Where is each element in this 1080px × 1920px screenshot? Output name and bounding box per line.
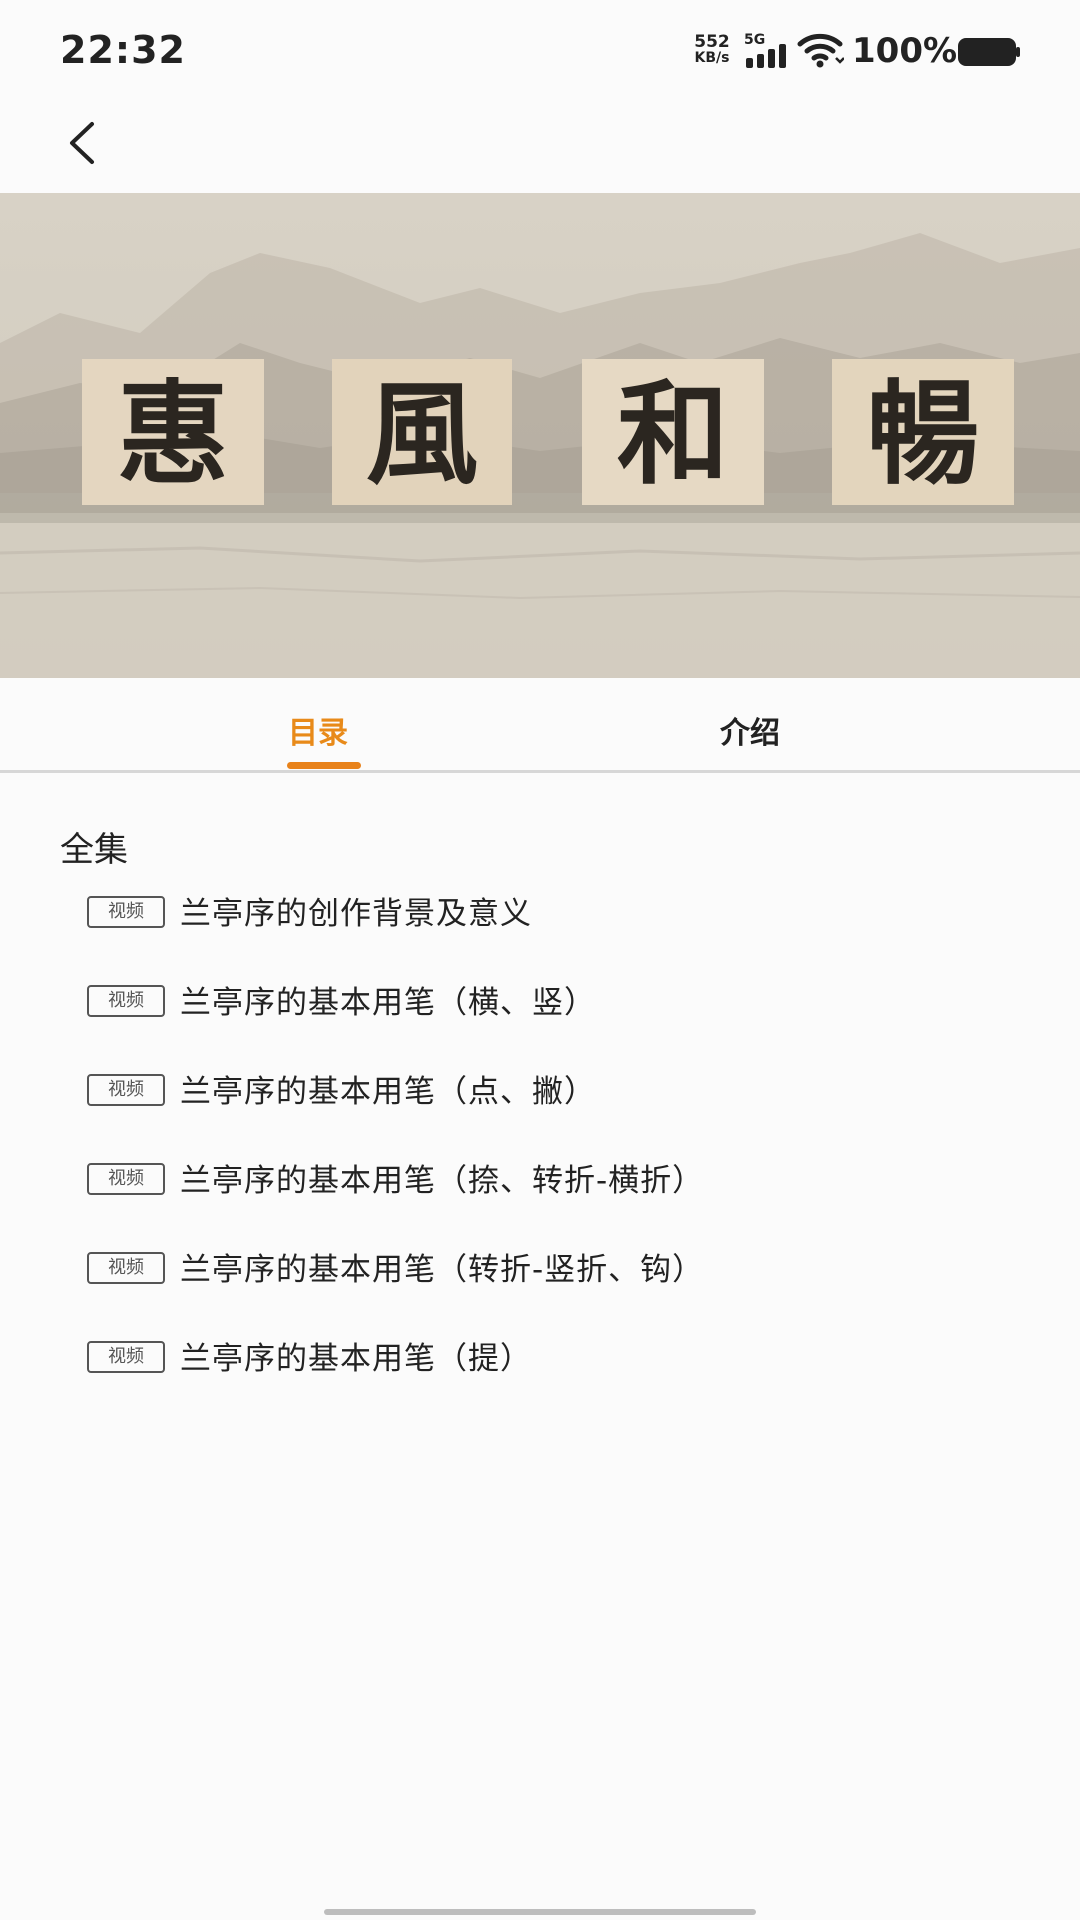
calligraphy-tile-3: 和: [582, 359, 764, 505]
wifi-icon: [797, 33, 844, 68]
video-badge: 视频: [87, 1074, 165, 1106]
tab-intro[interactable]: 介绍: [720, 708, 780, 752]
video-badge: 视频: [87, 1252, 165, 1284]
course-banner: 惠 風 和 暢: [0, 193, 1080, 678]
list-item[interactable]: 视频 兰亭序的基本用笔（点、撇）: [0, 1050, 1080, 1139]
calligraphy-tile-2: 風: [332, 359, 512, 505]
svg-text:暢: 暢: [867, 369, 979, 500]
list-item[interactable]: 视频 兰亭序的基本用笔（转折-竖折、钩）: [0, 1228, 1080, 1317]
episode-title: 兰亭序的基本用笔（捺、转折-横折）: [180, 1163, 705, 1199]
video-badge: 视频: [87, 1341, 165, 1373]
list-item[interactable]: 视频 兰亭序的基本用笔（提）: [0, 1317, 1080, 1406]
status-time: 22:32: [60, 28, 186, 72]
calligraphy-tile-4: 暢: [832, 359, 1014, 505]
tab-bar: 目录 介绍: [0, 678, 1080, 773]
section-title: 全集: [60, 830, 128, 870]
tab-catalog[interactable]: 目录: [288, 708, 348, 752]
svg-text:惠: 惠: [117, 369, 229, 500]
video-badge: 视频: [87, 896, 165, 928]
video-badge: 视频: [87, 1163, 165, 1195]
list-item[interactable]: 视频 兰亭序的基本用笔（捺、转折-横折）: [0, 1139, 1080, 1228]
battery-icon: [958, 38, 1020, 66]
status-bar: 22:32 552 KB/s 5G 100%: [0, 0, 1080, 100]
episode-title: 兰亭序的基本用笔（点、撇）: [180, 1074, 596, 1110]
chevron-left-icon: [70, 122, 94, 164]
svg-text:和: 和: [617, 369, 729, 500]
home-indicator[interactable]: [324, 1909, 756, 1915]
network-speed: 552 KB/s: [686, 32, 738, 67]
back-button[interactable]: [58, 112, 110, 172]
battery-percent: 100%: [852, 31, 958, 71]
banner-image: 惠 風 和 暢: [0, 193, 1080, 678]
video-badge: 视频: [87, 985, 165, 1017]
episode-list: 视频 兰亭序的创作背景及意义 视频 兰亭序的基本用笔（横、竖） 视频 兰亭序的基…: [0, 872, 1080, 1406]
list-item[interactable]: 视频 兰亭序的创作背景及意义: [0, 872, 1080, 961]
episode-title: 兰亭序的基本用笔（转折-竖折、钩）: [180, 1252, 705, 1288]
list-item[interactable]: 视频 兰亭序的基本用笔（横、竖）: [0, 961, 1080, 1050]
calligraphy-tile-1: 惠: [82, 359, 264, 505]
active-tab-indicator: [287, 762, 361, 769]
episode-title: 兰亭序的创作背景及意义: [180, 896, 532, 932]
svg-text:風: 風: [366, 369, 478, 500]
network-speed-unit: KB/s: [694, 50, 730, 66]
network-speed-value: 552: [694, 32, 730, 52]
episode-title: 兰亭序的基本用笔（横、竖）: [180, 985, 596, 1021]
signal-icon: [746, 44, 786, 68]
episode-title: 兰亭序的基本用笔（提）: [180, 1341, 532, 1377]
